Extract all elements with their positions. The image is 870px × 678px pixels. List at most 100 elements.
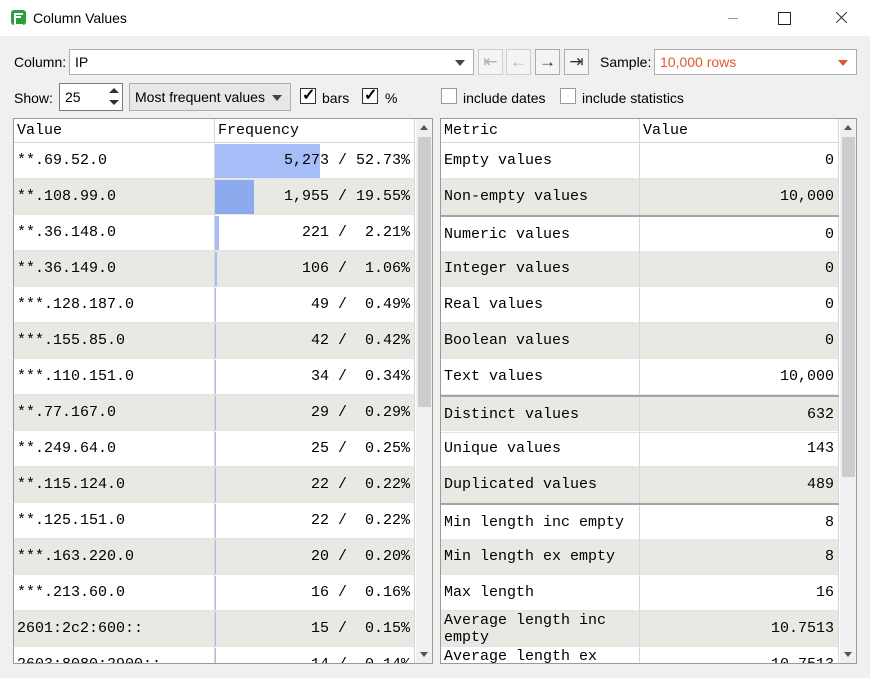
table-row[interactable]: ***.163.220.0 20 / 0.20% [14, 539, 415, 575]
table-row[interactable]: **.115.124.0 22 / 0.22% [14, 467, 415, 503]
frequency-separator: / [329, 656, 365, 663]
maximize-button[interactable] [760, 0, 806, 36]
column-header-value[interactable]: Value [14, 119, 215, 143]
metric-value-cell: 10.7513 [640, 611, 839, 647]
sample-select[interactable]: 10,000 rows [654, 49, 857, 75]
next-column-button[interactable]: → [535, 49, 560, 75]
chevron-down-icon [455, 60, 465, 66]
frequency-separator: / [328, 584, 365, 601]
first-column-button[interactable]: ⇤ [478, 49, 503, 75]
table-row[interactable]: Integer values 0 [441, 251, 839, 287]
table-row[interactable]: **.36.149.0 106 / 1.06% [14, 251, 415, 287]
frequency-percent: 52.73% [355, 152, 410, 169]
table-row[interactable]: Empty values 0 [441, 143, 839, 179]
table-row[interactable]: ***.110.151.0 34 / 0.34% [14, 359, 415, 395]
frequency-text: 25 / 0.25% [311, 440, 410, 457]
frequency-text: 34 / 0.34% [311, 368, 410, 385]
include-dates-checkbox[interactable] [441, 88, 457, 104]
table-row[interactable]: ***.128.187.0 49 / 0.49% [14, 287, 415, 323]
table-row[interactable]: Max length 16 [441, 575, 839, 611]
spin-up-icon[interactable] [106, 84, 122, 97]
include-dates-label: include dates [463, 90, 546, 106]
metric-cell: Boolean values [441, 323, 640, 359]
metric-cell: Average length inc empty [441, 611, 640, 647]
scroll-up-icon[interactable] [416, 119, 432, 136]
frequency-bar [215, 252, 217, 286]
frequency-count: 5,273 [283, 152, 329, 169]
metric-value-cell: 10.7513 [640, 647, 839, 663]
table-row[interactable]: 2601:2c2:600:: 15 / 0.15% [14, 611, 415, 647]
previous-column-button[interactable]: ← [506, 49, 531, 75]
mode-select[interactable]: Most frequent values [129, 83, 291, 111]
metric-value-cell: 143 [640, 431, 839, 467]
table-row[interactable]: Unique values 143 [441, 431, 839, 467]
frequency-count: 29 [310, 404, 329, 421]
table-row[interactable]: ***.213.60.0 16 / 0.16% [14, 575, 415, 611]
metrics-table-scrollbar[interactable] [840, 119, 856, 663]
frequency-bar [215, 288, 216, 322]
table-row[interactable]: Numeric values 0 [441, 215, 839, 253]
scrollbar-thumb[interactable] [842, 137, 855, 477]
table-row[interactable]: Boolean values 0 [441, 323, 839, 359]
table-row[interactable]: **.125.151.0 22 / 0.22% [14, 503, 415, 539]
frequency-separator: / [328, 224, 365, 241]
minimize-button[interactable] [710, 0, 756, 36]
values-table-scrollbar[interactable] [416, 119, 432, 663]
scroll-down-icon[interactable] [416, 646, 432, 663]
metric-value-cell: 16 [640, 575, 839, 611]
frequency-cell: 106 / 1.06% [215, 251, 415, 287]
frequency-percent: 1.06% [364, 260, 410, 277]
table-row[interactable]: **.108.99.0 1,955 / 19.55% [14, 179, 415, 215]
frequency-cell: 25 / 0.25% [215, 431, 415, 467]
show-count-spinbox[interactable]: 25 [59, 83, 123, 111]
metric-cell: Average length ex empty [441, 647, 640, 663]
table-row[interactable]: Average length inc empty 10.7513 [441, 611, 839, 647]
frequency-percent: 0.22% [364, 476, 410, 493]
frequency-cell: 16 / 0.16% [215, 575, 415, 611]
column-header-metric-value[interactable]: Value [640, 119, 839, 143]
value-cell: 2603:8080:2900:: [14, 647, 215, 663]
table-row[interactable]: **.249.64.0 25 / 0.25% [14, 431, 415, 467]
checkmark-icon: ✓ [364, 87, 378, 104]
frequency-text: 106 / 1.06% [302, 260, 410, 277]
spin-down-icon[interactable] [106, 97, 122, 110]
metric-cell: Numeric values [441, 217, 640, 253]
last-column-button[interactable]: ⇥ [564, 49, 589, 75]
frequency-percent: 19.55% [355, 188, 410, 205]
value-cell: ***.155.85.0 [14, 323, 215, 359]
table-row[interactable]: Distinct values 632 [441, 395, 839, 433]
table-row[interactable]: Real values 0 [441, 287, 839, 323]
frequency-bar [215, 576, 216, 610]
table-row[interactable]: ***.155.85.0 42 / 0.42% [14, 323, 415, 359]
table-row[interactable]: **.77.167.0 29 / 0.29% [14, 395, 415, 431]
table-row[interactable]: Average length ex empty10.7513 [441, 647, 839, 663]
bars-checkbox[interactable]: ✓ [300, 87, 316, 104]
frequency-count: 14 [311, 656, 329, 663]
scroll-up-icon[interactable] [840, 119, 856, 136]
column-header-metric[interactable]: Metric [441, 119, 640, 143]
table-row[interactable]: **.36.148.0 221 / 2.21% [14, 215, 415, 251]
frequency-percent: 0.42% [364, 332, 410, 349]
table-row[interactable]: Duplicated values 489 [441, 467, 839, 503]
scrollbar-thumb[interactable] [418, 137, 431, 407]
frequency-separator: / [328, 296, 365, 313]
table-row[interactable]: Non-empty values 10,000 [441, 179, 839, 215]
table-row[interactable]: Min length ex empty 8 [441, 539, 839, 575]
metric-value-cell: 8 [640, 505, 839, 541]
frequency-count: 16 [310, 584, 329, 601]
table-row[interactable]: **.69.52.0 5,273 / 52.73% [14, 143, 415, 179]
scroll-down-icon[interactable] [840, 646, 856, 663]
value-cell: ***.128.187.0 [14, 287, 215, 323]
close-button[interactable] [818, 0, 864, 36]
table-row[interactable]: Text values 10,000 [441, 359, 839, 395]
column-select[interactable]: IP [69, 49, 474, 75]
percent-checkbox[interactable]: ✓ [362, 87, 378, 104]
include-statistics-checkbox[interactable] [560, 88, 576, 104]
frequency-bar [215, 432, 216, 466]
frequency-separator: / [328, 332, 365, 349]
frequency-bar [215, 468, 216, 502]
column-header-frequency[interactable]: Frequency [215, 119, 415, 143]
table-row[interactable]: 2603:8080:2900::14 / 0.14% [14, 647, 415, 663]
table-row[interactable]: Min length inc empty 8 [441, 503, 839, 541]
frequency-bar [215, 648, 216, 663]
